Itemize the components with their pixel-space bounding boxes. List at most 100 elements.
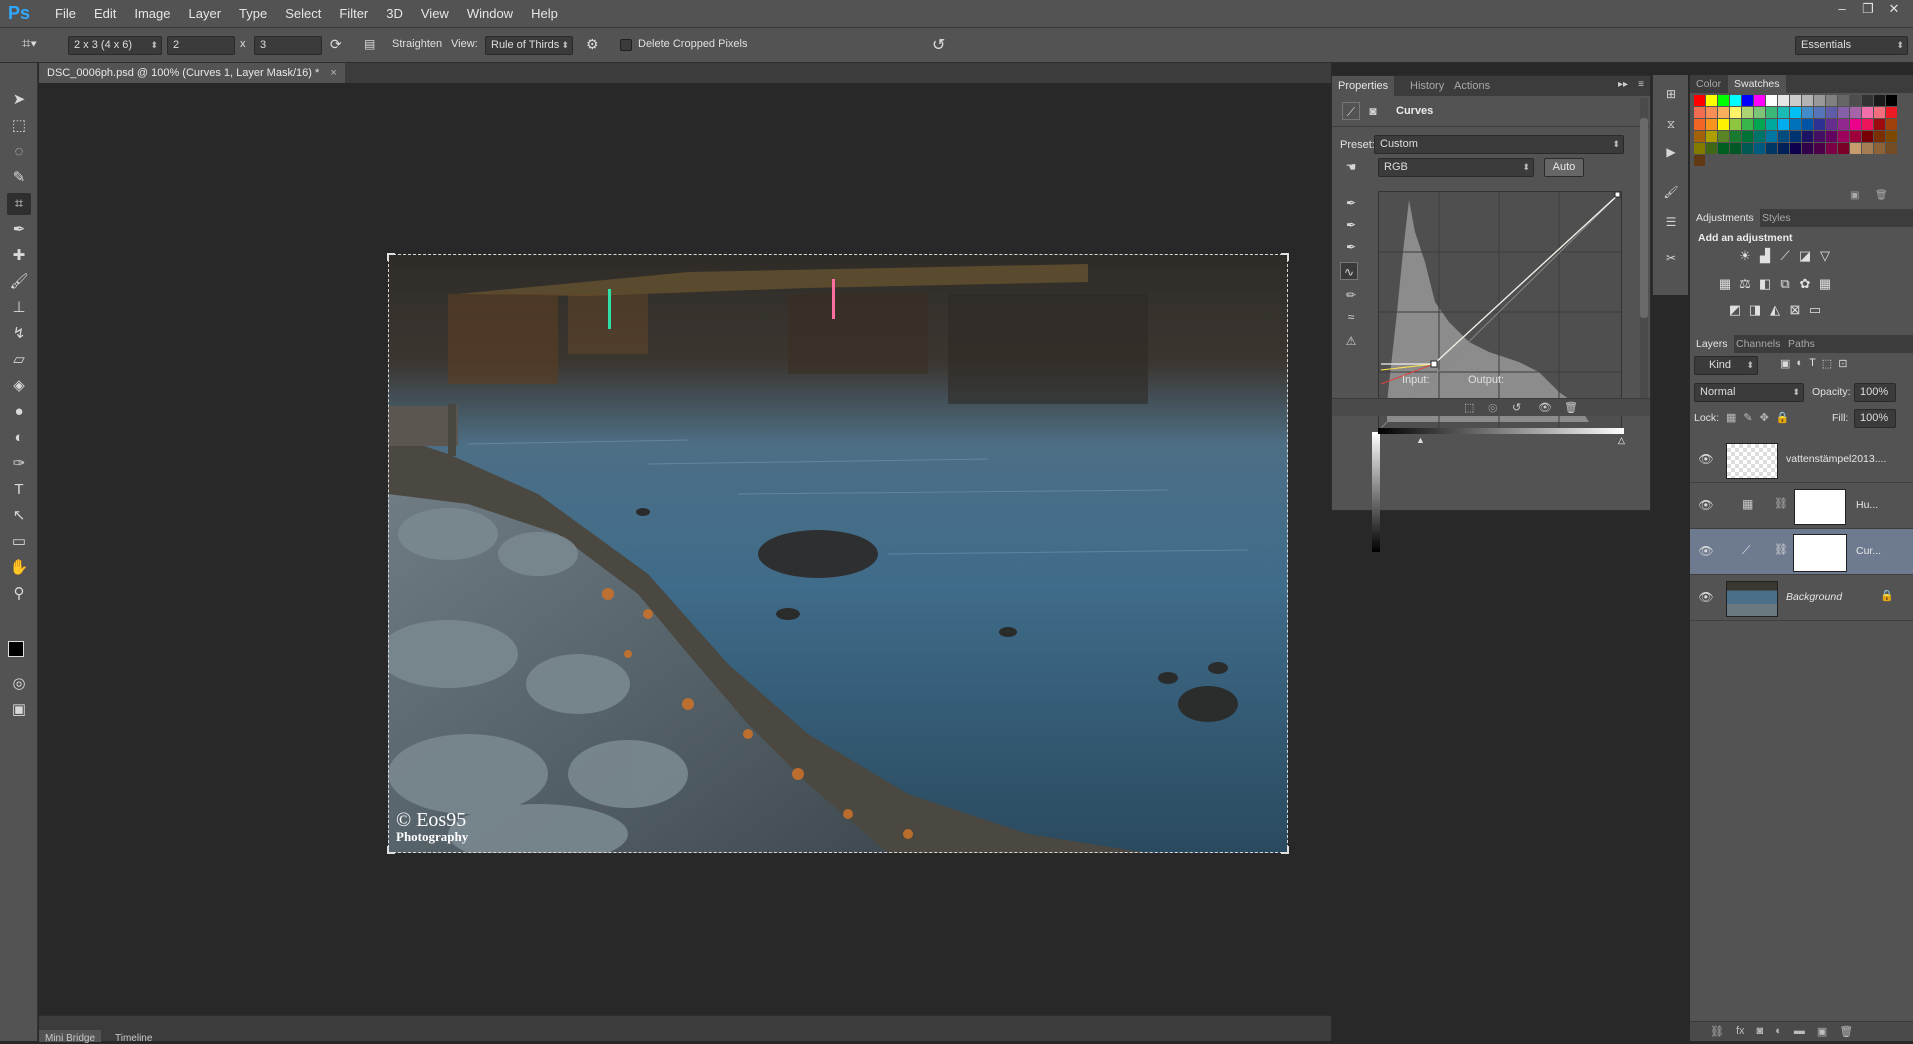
healing-brush-tool-icon[interactable]: ✚ — [7, 245, 31, 267]
gear-icon[interactable]: ⚙ — [586, 36, 604, 54]
brush-panel-icon[interactable]: 🖌 — [1662, 183, 1680, 201]
swatch[interactable] — [1826, 95, 1837, 106]
opacity-input[interactable]: 100% — [1854, 383, 1896, 402]
color-lookup-icon[interactable]: ▦ — [1816, 275, 1834, 293]
fill-input[interactable]: 100% — [1854, 409, 1896, 428]
tab-paths[interactable]: Paths — [1782, 335, 1821, 353]
crop-handle-bottom-right[interactable] — [1281, 846, 1289, 854]
path-select-tool-icon[interactable]: ↖ — [7, 505, 31, 527]
menu-view[interactable]: View — [412, 0, 458, 28]
swatch[interactable] — [1766, 119, 1777, 130]
swatch[interactable] — [1730, 95, 1741, 106]
link-layers-icon[interactable]: ⛓ — [1710, 1025, 1724, 1038]
quick-mask-icon[interactable]: ◎ — [7, 673, 31, 695]
swatch[interactable] — [1754, 119, 1765, 130]
actions-panel-icon[interactable]: ▶ — [1662, 143, 1680, 161]
layer-filter-dropdown[interactable]: Kind — [1694, 356, 1758, 375]
menu-type[interactable]: Type — [230, 0, 276, 28]
blend-mode-dropdown[interactable]: Normal — [1694, 383, 1804, 402]
menu-select[interactable]: Select — [276, 0, 330, 28]
delete-adjustment-icon[interactable]: 🗑 — [1564, 401, 1578, 414]
swatches-grid[interactable] — [1694, 95, 1899, 190]
menu-image[interactable]: Image — [125, 0, 179, 28]
blur-tool-icon[interactable]: ● — [7, 401, 31, 423]
swatch[interactable] — [1706, 107, 1717, 118]
swatch[interactable] — [1886, 143, 1897, 154]
crop-tool-icon[interactable]: ⌗ — [7, 193, 31, 215]
swap-icon[interactable]: ⟳ — [330, 36, 348, 54]
tab-adjustments[interactable]: Adjustments — [1690, 209, 1760, 227]
close-button[interactable]: ✕ — [1881, 0, 1907, 20]
on-image-adjust-icon[interactable]: ☚ — [1342, 158, 1360, 176]
menu-help[interactable]: Help — [522, 0, 567, 28]
swatch[interactable] — [1802, 143, 1813, 154]
curves-icon[interactable]: ⟋ — [1776, 247, 1794, 265]
new-adjustment-icon[interactable]: ◐ — [1775, 1025, 1782, 1038]
move-tool-icon[interactable]: ➤ — [7, 89, 31, 111]
exposure-icon[interactable]: ◪ — [1796, 247, 1814, 265]
swatch[interactable] — [1826, 119, 1837, 130]
view-overlay-dropdown[interactable]: Rule of Thirds — [485, 36, 573, 55]
swatch[interactable] — [1874, 143, 1885, 154]
layer-row-curves[interactable]: 👁 ⟋ ⛓ Cur... — [1690, 529, 1913, 575]
reset-crop-icon[interactable]: ↺ — [932, 35, 952, 55]
properties-panel-icon[interactable]: ⊞ — [1662, 85, 1680, 103]
swatch[interactable] — [1850, 95, 1861, 106]
swatch[interactable] — [1862, 131, 1873, 142]
tab-layers[interactable]: Layers — [1690, 335, 1734, 353]
rectangle-tool-icon[interactable]: ▭ — [7, 531, 31, 553]
swatch[interactable] — [1718, 95, 1729, 106]
swatch[interactable] — [1778, 95, 1789, 106]
swatch[interactable] — [1838, 131, 1849, 142]
black-white-icon[interactable]: ◧ — [1756, 275, 1774, 293]
minimize-button[interactable]: – — [1829, 0, 1855, 20]
filter-shape-icon[interactable]: ⬚ — [1822, 357, 1832, 370]
layer-mask-thumbnail[interactable] — [1794, 489, 1846, 525]
layer-row-background[interactable]: 👁 Background 🔒 — [1690, 575, 1913, 621]
workspace-dropdown[interactable]: Essentials — [1795, 36, 1908, 55]
chain-link-icon[interactable]: ⛓ — [1774, 543, 1788, 556]
swatch[interactable] — [1838, 143, 1849, 154]
eye-icon[interactable]: 👁 — [1698, 451, 1714, 467]
collapse-icon[interactable]: ▸▸ — [1618, 79, 1628, 90]
swatch[interactable] — [1814, 95, 1825, 106]
smooth-icon[interactable]: ≈ — [1342, 308, 1360, 326]
swatch[interactable] — [1718, 107, 1729, 118]
new-layer-icon[interactable]: ▣ — [1817, 1025, 1827, 1038]
swatch[interactable] — [1730, 119, 1741, 130]
curves-graph[interactable] — [1378, 191, 1622, 431]
dodge-tool-icon[interactable]: ◐ — [7, 427, 31, 449]
swatch[interactable] — [1874, 131, 1885, 142]
swatch[interactable] — [1862, 119, 1873, 130]
clone-stamp-tool-icon[interactable]: ⊥ — [7, 297, 31, 319]
swatch[interactable] — [1886, 131, 1897, 142]
swatch[interactable] — [1802, 95, 1813, 106]
swatch[interactable] — [1850, 143, 1861, 154]
swatch[interactable] — [1814, 131, 1825, 142]
eyedropper-tool-icon[interactable]: ✒ — [7, 219, 31, 241]
swatch[interactable] — [1694, 155, 1705, 166]
swatch[interactable] — [1742, 143, 1753, 154]
filter-type-icon[interactable]: T — [1809, 357, 1816, 370]
swatch[interactable] — [1766, 131, 1777, 142]
swatch[interactable] — [1802, 119, 1813, 130]
swatch[interactable] — [1862, 95, 1873, 106]
lock-pixels-icon[interactable]: ✎ — [1743, 411, 1752, 424]
swatch[interactable] — [1850, 131, 1861, 142]
swatch[interactable] — [1694, 95, 1705, 106]
swatch[interactable] — [1802, 107, 1813, 118]
channel-dropdown[interactable]: RGB — [1378, 158, 1534, 177]
white-point-eyedropper-icon[interactable]: ✒ — [1342, 238, 1360, 256]
tab-actions[interactable]: Actions — [1448, 76, 1496, 96]
tab-color[interactable]: Color — [1690, 75, 1727, 93]
paint-bucket-tool-icon[interactable]: ◈ — [7, 375, 31, 397]
preset-dropdown[interactable]: Custom — [1374, 135, 1624, 154]
filter-smart-object-icon[interactable]: ⊡ — [1838, 357, 1847, 370]
brush-tool-icon[interactable]: 🖌 — [7, 271, 31, 293]
invert-icon[interactable]: ◩ — [1726, 301, 1744, 319]
history-panel-icon[interactable]: ⧖ — [1662, 115, 1680, 133]
clip-to-layer-icon[interactable]: ⬚ — [1464, 401, 1474, 414]
delete-cropped-label[interactable]: Delete Cropped Pixels — [638, 38, 747, 50]
input-slider-icon[interactable]: ▲ — [1416, 435, 1425, 445]
swatch[interactable] — [1718, 119, 1729, 130]
